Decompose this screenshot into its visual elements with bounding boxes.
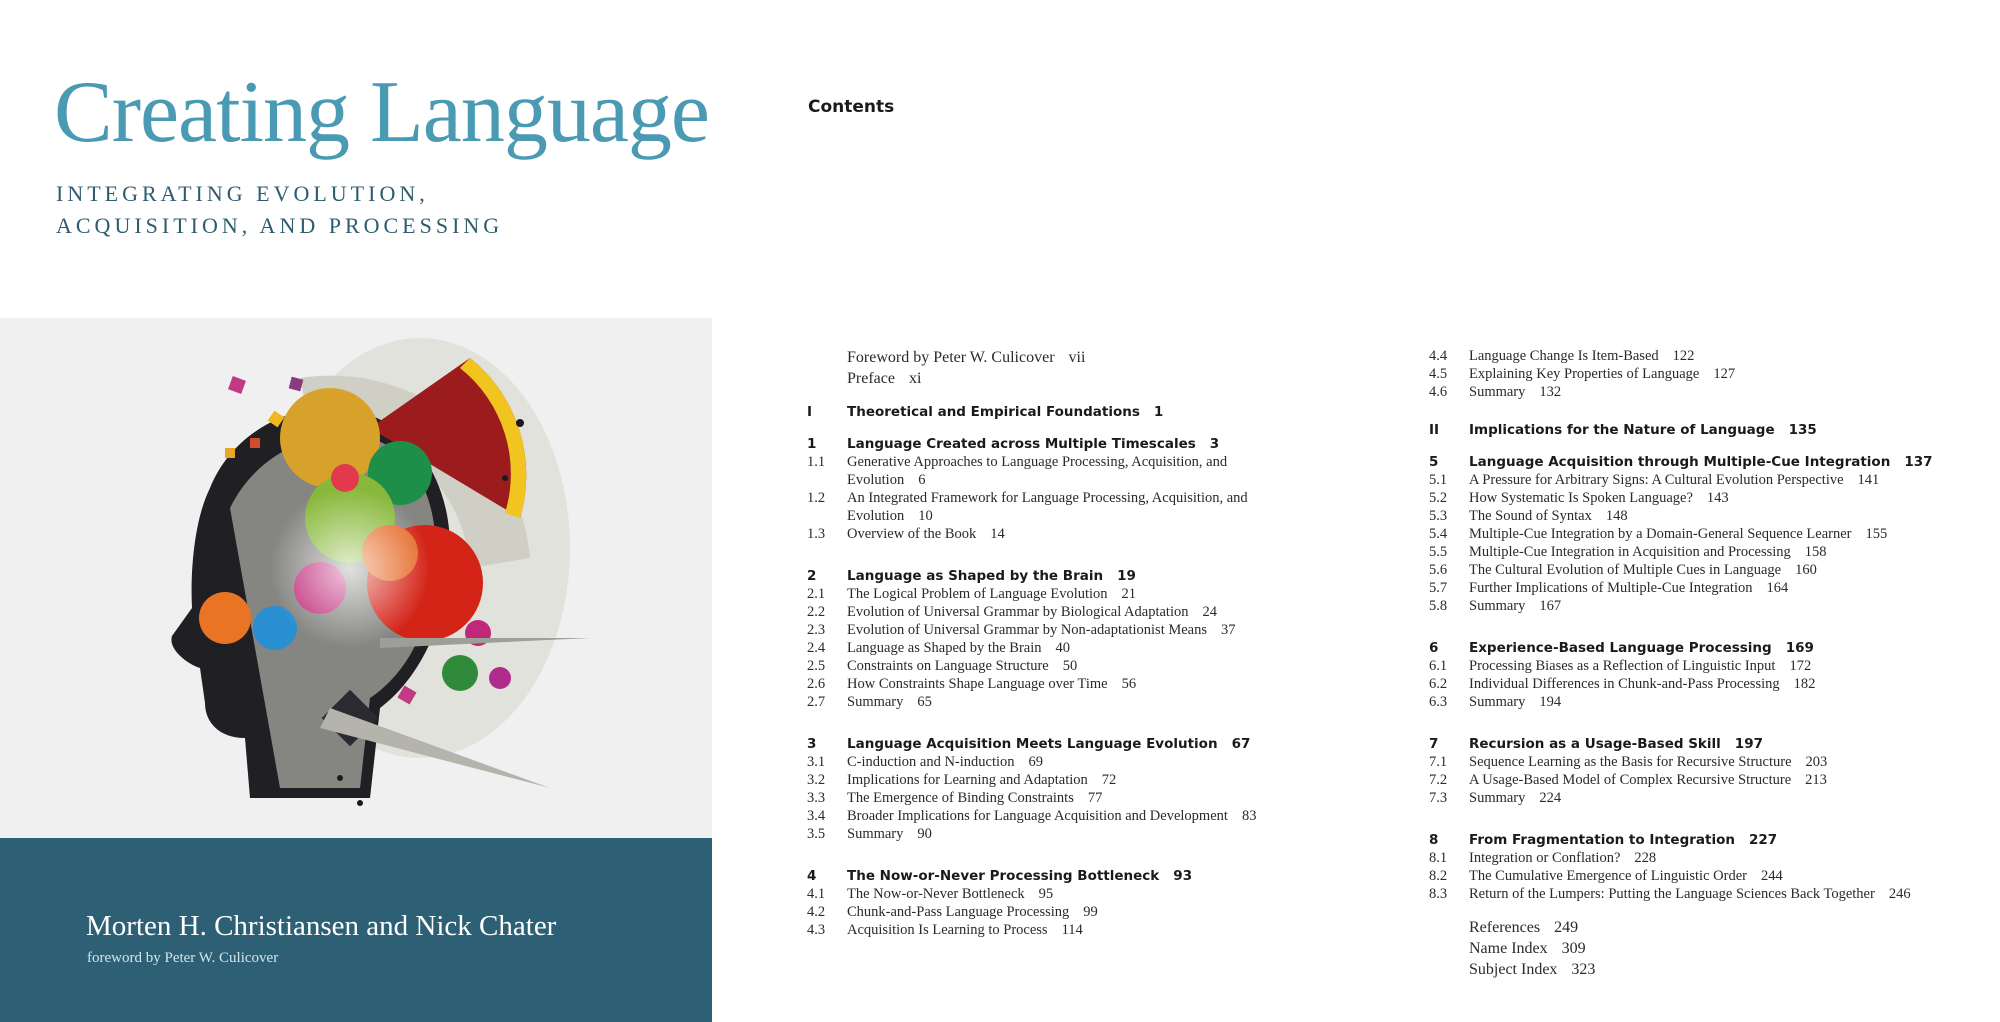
toc-chapter: 3 Language Acquisition Meets Language Evo… — [807, 736, 1251, 752]
toc-section: 4.3 Acquisition Is Learning to Process 114 — [807, 922, 1083, 938]
toc-section: 2.2 Evolution of Universal Grammar by Bio… — [807, 604, 1217, 620]
toc-section: 8.1 Integration or Conflation? 228 — [1429, 850, 1657, 866]
toc-section: 2.5 Constraints on Language Structure 50 — [807, 658, 1078, 674]
cover-artwork — [0, 318, 712, 838]
toc-section-continued: Evolution 10 — [847, 508, 933, 524]
toc-section: 7.2 A Usage-Based Model of Complex Recurs… — [1429, 772, 1827, 788]
toc-section: 5.8 Summary 167 — [1429, 598, 1562, 614]
toc-front-entry: Preface xi — [847, 370, 922, 387]
toc-chapter: 1 Language Created across Multiple Timesc… — [807, 436, 1220, 452]
toc-section: 3.4 Broader Implications for Language Acq… — [807, 808, 1257, 824]
toc-front-entry: Foreword by Peter W. Culicover vii — [847, 349, 1086, 366]
toc-back-entry: Name Index 309 — [1469, 940, 1586, 957]
toc-section: 1.3 Overview of the Book 14 — [807, 526, 1005, 542]
toc-part: I Theoretical and Empirical Foundations 1 — [807, 404, 1164, 420]
toc-section: 4.5 Explaining Key Properties of Language… — [1429, 366, 1736, 382]
toc-section: 3.3 The Emergence of Binding Constraints 7… — [807, 790, 1103, 806]
toc-section: 2.4 Language as Shaped by the Brain 40 — [807, 640, 1070, 656]
book-subtitle: INTEGRATING EVOLUTION, ACQUISITION, AND … — [56, 178, 503, 242]
subtitle-line-1: INTEGRATING EVOLUTION, — [56, 181, 429, 206]
toc-section: 2.6 How Constraints Shape Language over T… — [807, 676, 1137, 692]
author-names: Morten H. Christiansen and Nick Chater — [86, 910, 557, 942]
toc-section: 3.2 Implications for Learning and Adaptat… — [807, 772, 1117, 788]
toc-back-entry: Subject Index 323 — [1469, 961, 1596, 978]
toc-section: 5.6 The Cultural Evolution of Multiple Cu… — [1429, 562, 1817, 578]
toc-section: 7.3 Summary 224 — [1429, 790, 1562, 806]
toc-section: 5.7 Further Implications of Multiple-Cue … — [1429, 580, 1789, 596]
subtitle-line-2: ACQUISITION, AND PROCESSING — [56, 213, 504, 238]
toc-chapter: 7 Recursion as a Usage-Based Skill 197 — [1429, 736, 1763, 752]
toc-section: 3.1 C-induction and N-induction 69 — [807, 754, 1044, 770]
toc-section: 2.7 Summary 65 — [807, 694, 932, 710]
contents-column-left: Foreword by Peter W. Culicover vii Prefac… — [807, 347, 1327, 939]
toc-chapter: 4 The Now-or-Never Processing Bottleneck 9… — [807, 868, 1193, 884]
toc-section: 3.5 Summary 90 — [807, 826, 932, 842]
toc-section: 4.6 Summary 132 — [1429, 384, 1562, 400]
toc-section: 2.3 Evolution of Universal Grammar by Non… — [807, 622, 1236, 638]
toc-section-continued: Evolution 6 — [847, 472, 926, 488]
toc-section: 4.4 Language Change Is Item-Based 122 — [1429, 348, 1695, 364]
toc-chapter: 6 Experience-Based Language Processing 169 — [1429, 640, 1814, 656]
toc-section: 8.2 The Cumulative Emergence of Linguisti… — [1429, 868, 1783, 884]
toc-part: II Implications for the Nature of Languag… — [1429, 422, 1817, 438]
contents-heading: Contents — [808, 97, 895, 117]
toc-section: 1.1 Generative Approaches to Language Pro… — [807, 454, 1228, 470]
author-bar: Morten H. Christiansen and Nick Chater f… — [0, 838, 712, 1022]
toc-chapter: 5 Language Acquisition through Multiple-C… — [1429, 454, 1933, 470]
toc-section: 5.2 How Systematic Is Spoken Language? 143 — [1429, 490, 1729, 506]
toc-chapter: 8 From Fragmentation to Integration 227 — [1429, 832, 1778, 848]
toc-section: 7.1 Sequence Learning as the Basis for Re… — [1429, 754, 1828, 770]
cover-foreword-credit: foreword by Peter W. Culicover — [87, 950, 279, 966]
toc-section: 6.3 Summary 194 — [1429, 694, 1562, 710]
toc-chapter: 2 Language as Shaped by the Brain 19 — [807, 568, 1136, 584]
toc-section: 5.1 A Pressure for Arbitrary Signs: A Cul… — [1429, 472, 1880, 488]
book-title: Creating Language — [54, 64, 710, 161]
toc-section: 4.1 The Now-or-Never Bottleneck 95 — [807, 886, 1054, 902]
toc-section: 6.1 Processing Biases as a Reflection of … — [1429, 658, 1812, 674]
toc-section: 6.2 Individual Differences in Chunk-and-P… — [1429, 676, 1816, 692]
toc-section: 5.5 Multiple-Cue Integration in Acquisiti… — [1429, 544, 1827, 560]
toc-section: 5.4 Multiple-Cue Integration by a Domain-… — [1429, 526, 1888, 542]
toc-section: 1.2 An Integrated Framework for Language … — [807, 490, 1248, 506]
contents-column-right: 4.4 Language Change Is Item-Based 122 4.5 E… — [1429, 347, 1969, 980]
toc-section: 4.2 Chunk-and-Pass Language Processing 99 — [807, 904, 1098, 920]
toc-section: 8.3 Return of the Lumpers: Putting the La… — [1429, 886, 1911, 902]
toc-section: 5.3 The Sound of Syntax 148 — [1429, 508, 1628, 524]
book-cover: Creating Language INTEGRATING EVOLUTION,… — [0, 0, 712, 1022]
head-profile-illustration — [171, 338, 590, 806]
toc-back-entry: References 249 — [1469, 919, 1579, 936]
toc-section: 2.1 The Logical Problem of Language Evolu… — [807, 586, 1137, 602]
